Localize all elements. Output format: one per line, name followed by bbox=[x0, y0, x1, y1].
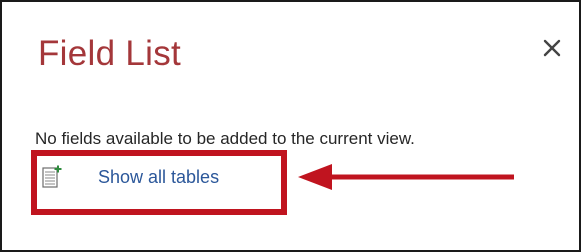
show-all-tables-link[interactable]: Show all tables bbox=[42, 163, 219, 191]
close-button[interactable] bbox=[540, 36, 564, 60]
pane-title: Field List bbox=[38, 34, 182, 73]
no-fields-message: No fields available to be added to the c… bbox=[35, 129, 415, 148]
left-arrow-annotation bbox=[298, 162, 514, 192]
show-all-tables-label: Show all tables bbox=[98, 167, 220, 187]
close-icon bbox=[543, 39, 561, 57]
field-list-pane: Field List No fields available to be add… bbox=[0, 0, 581, 252]
add-table-icon bbox=[42, 165, 62, 189]
